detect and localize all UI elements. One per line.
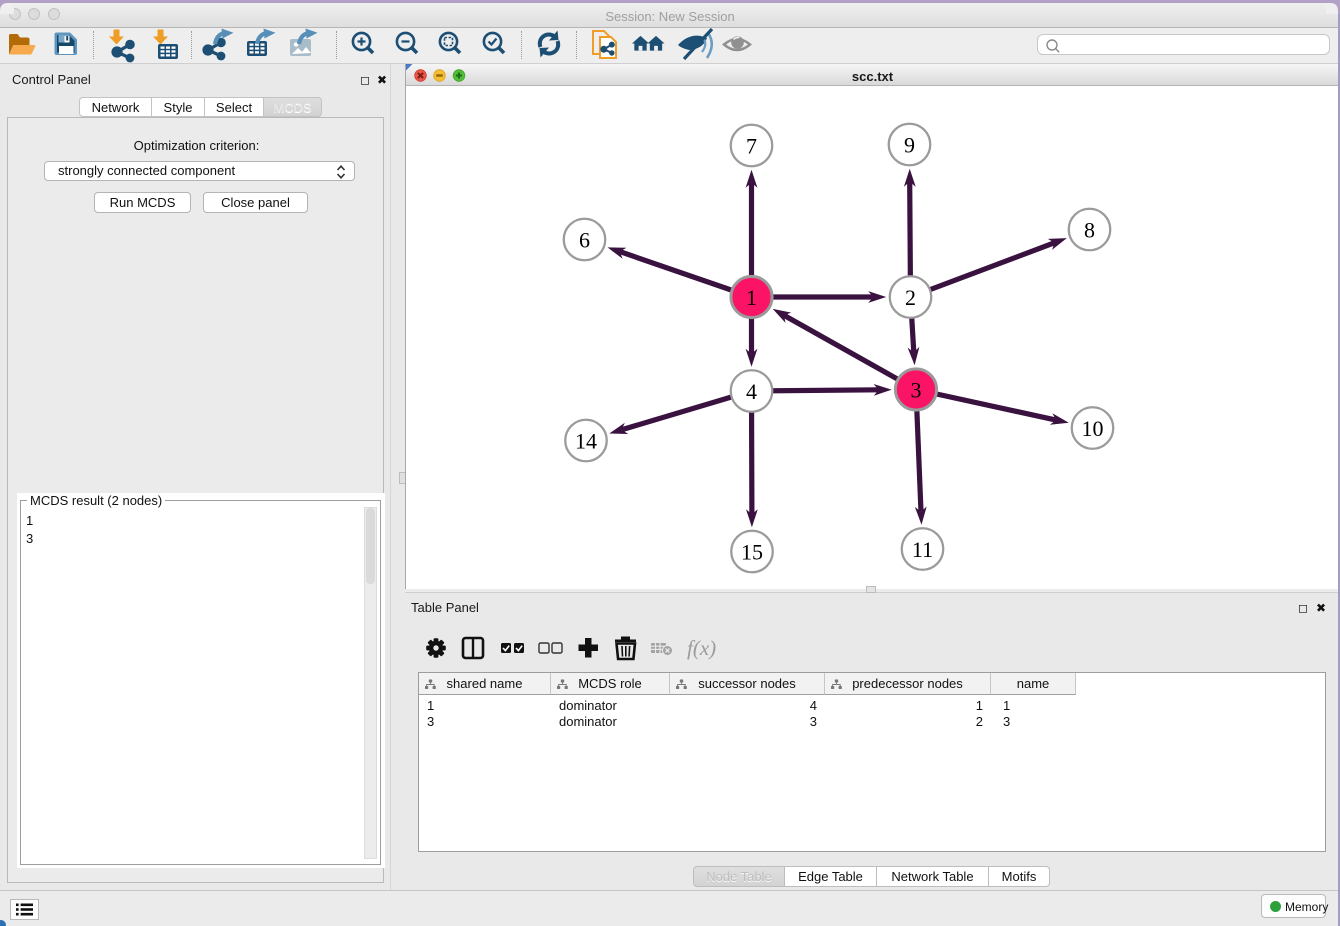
svg-text:11: 11	[912, 537, 933, 562]
svg-text:15: 15	[741, 540, 763, 565]
svg-text:14: 14	[575, 429, 597, 454]
svg-text:3: 3	[911, 378, 922, 403]
svg-text:8: 8	[1084, 218, 1095, 243]
svg-text:10: 10	[1082, 416, 1104, 441]
svg-text:6: 6	[579, 228, 590, 253]
svg-text:9: 9	[904, 133, 915, 158]
svg-text:2: 2	[905, 285, 916, 310]
svg-text:1: 1	[746, 285, 757, 310]
svg-text:7: 7	[746, 134, 757, 159]
svg-text:4: 4	[746, 379, 757, 404]
svg-text:f(x): f(x)	[687, 636, 716, 660]
